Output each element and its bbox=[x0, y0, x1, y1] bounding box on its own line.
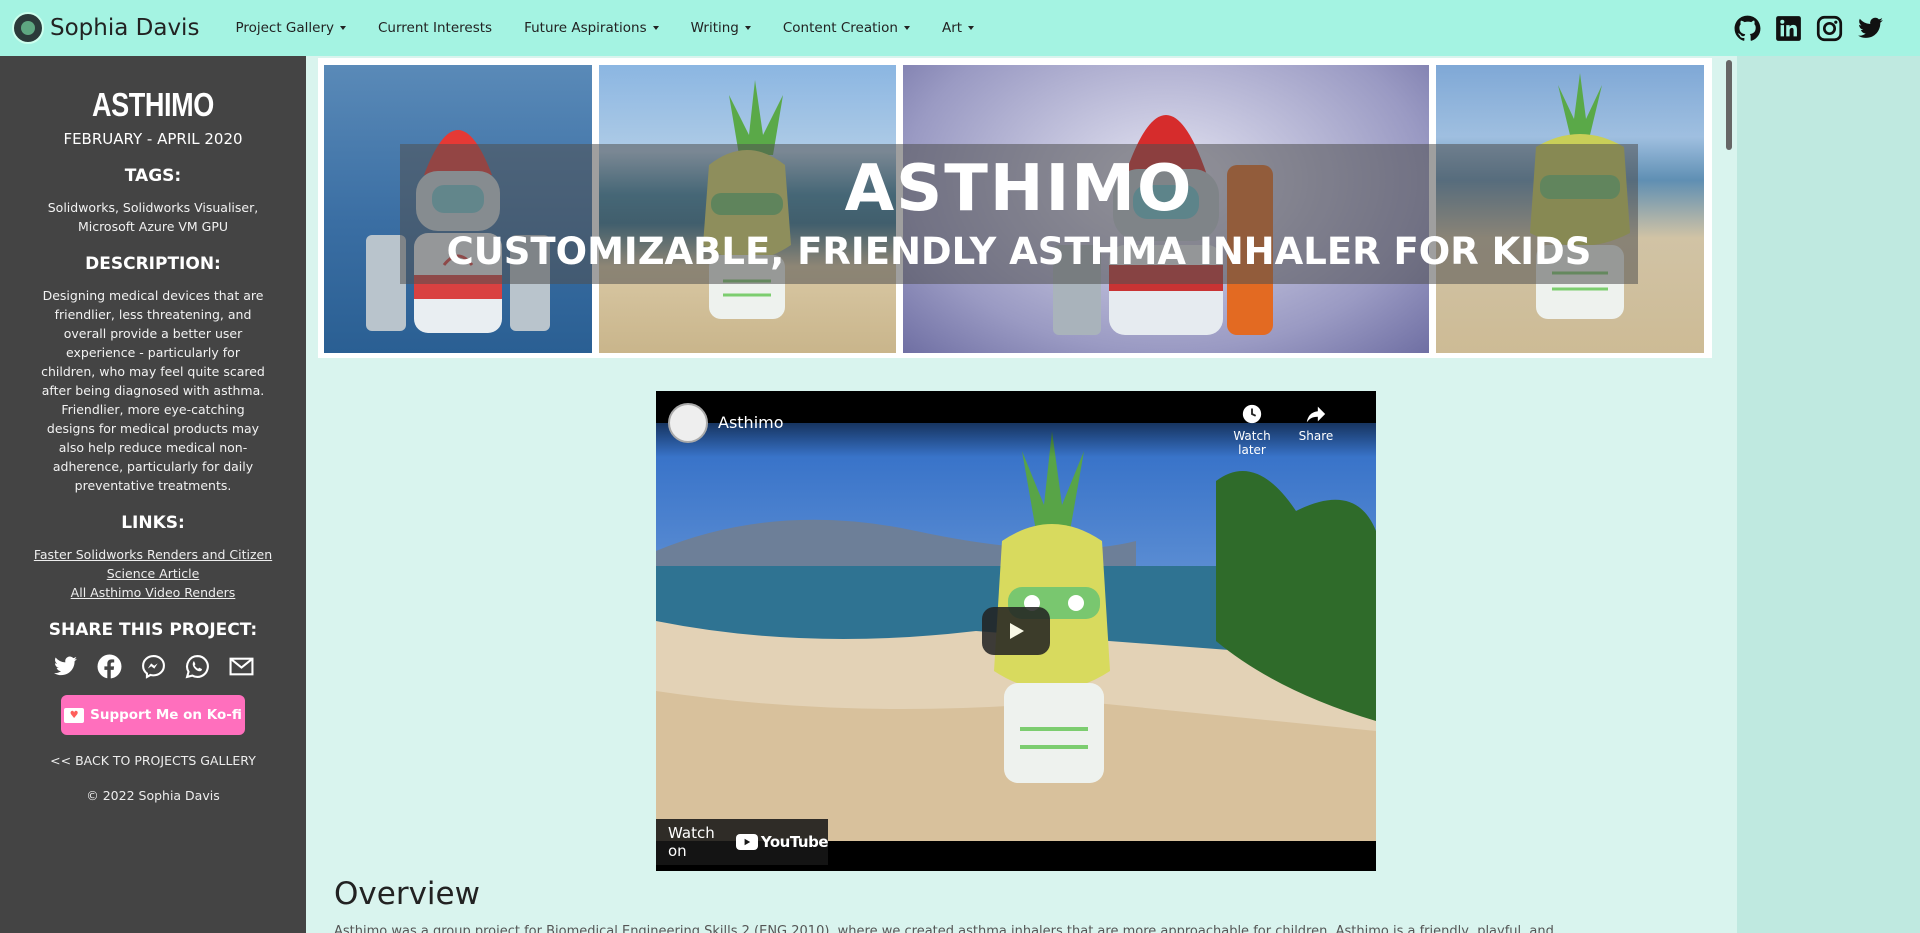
nav-label: Writing bbox=[690, 20, 739, 36]
nav-item-writing[interactable]: Writing bbox=[675, 20, 767, 36]
twitter-icon[interactable] bbox=[1857, 15, 1884, 42]
share-email-icon[interactable] bbox=[229, 654, 254, 679]
watch-later-button[interactable]: Watch later bbox=[1222, 403, 1282, 457]
video-title[interactable]: Asthimo bbox=[718, 413, 784, 432]
nav-item-current-interests[interactable]: Current Interests bbox=[362, 20, 508, 36]
project-title: ASTHIMO bbox=[92, 86, 214, 123]
nav-label: Art bbox=[941, 20, 963, 36]
watch-later-label: Watch later bbox=[1233, 429, 1271, 457]
scrollbar-thumb[interactable] bbox=[1726, 60, 1732, 150]
banner-title: ASTHIMO bbox=[844, 152, 1194, 226]
nav-item-project-gallery[interactable]: Project Gallery bbox=[219, 20, 362, 36]
right-margin bbox=[1737, 56, 1920, 933]
nav-item-art[interactable]: Art bbox=[926, 20, 990, 36]
kofi-cup-icon: ♥ bbox=[64, 707, 85, 723]
youtube-wordmark: YouTube bbox=[760, 833, 829, 851]
link-video-renders[interactable]: All Asthimo Video Renders bbox=[0, 583, 306, 602]
nav-label: Future Aspirations bbox=[524, 20, 647, 36]
copyright-text: © 2022 Sophia Davis bbox=[86, 788, 220, 803]
share-whatsapp-icon[interactable] bbox=[185, 654, 210, 679]
links-heading: LINKS: bbox=[121, 513, 185, 533]
project-dates: FEBRUARY - APRIL 2020 bbox=[63, 130, 243, 148]
top-navbar: Sophia Davis Project Gallery Current Int… bbox=[0, 0, 1920, 56]
watch-on-label: Watch on bbox=[668, 824, 715, 860]
share-arrow-icon bbox=[1305, 403, 1327, 425]
project-banner: ASTHIMO CUSTOMIZABLE, FRIENDLY ASTHMA IN… bbox=[318, 58, 1712, 358]
github-icon[interactable] bbox=[1734, 15, 1761, 42]
description-text: Designing medical devices that are frien… bbox=[41, 288, 265, 493]
youtube-logo-icon: YouTube bbox=[735, 833, 829, 851]
nav-item-content-creation[interactable]: Content Creation bbox=[767, 20, 926, 36]
nav-label: Content Creation bbox=[782, 20, 898, 36]
youtube-embed[interactable]: Asthimo Watch later Share Watch on YouTu… bbox=[656, 391, 1376, 871]
caret-down-icon bbox=[652, 26, 659, 30]
linkedin-icon[interactable] bbox=[1775, 15, 1802, 42]
share-label: Share bbox=[1298, 429, 1334, 443]
share-facebook-icon[interactable] bbox=[97, 654, 122, 679]
main-content: ASTHIMO CUSTOMIZABLE, FRIENDLY ASTHMA IN… bbox=[306, 56, 1737, 933]
kofi-label: Support Me on Ko-fi bbox=[90, 707, 242, 723]
page-scrollbar[interactable] bbox=[1724, 56, 1737, 933]
brand-name: Sophia Davis bbox=[50, 15, 200, 41]
caret-down-icon bbox=[340, 26, 346, 30]
nav-label: Current Interests bbox=[378, 20, 493, 36]
caret-down-icon bbox=[903, 26, 910, 30]
back-to-gallery-link[interactable]: << BACK TO PROJECTS GALLERY bbox=[0, 753, 306, 768]
banner-overlay: ASTHIMO CUSTOMIZABLE, FRIENDLY ASTHMA IN… bbox=[400, 144, 1638, 284]
description-heading: DESCRIPTION: bbox=[85, 254, 221, 274]
share-twitter-icon[interactable] bbox=[53, 654, 78, 679]
banner-subtitle: CUSTOMIZABLE, FRIENDLY ASTHMA INHALER FO… bbox=[446, 230, 1592, 273]
clock-icon bbox=[1241, 403, 1263, 425]
instagram-icon[interactable] bbox=[1816, 15, 1843, 42]
nav-label: Project Gallery bbox=[235, 20, 334, 36]
share-heading: SHARE THIS PROJECT: bbox=[48, 620, 258, 640]
caret-down-icon bbox=[744, 26, 751, 30]
caret-down-icon bbox=[968, 26, 975, 30]
channel-avatar[interactable] bbox=[668, 403, 708, 443]
watch-on-youtube-button[interactable]: Watch on YouTube bbox=[656, 819, 829, 865]
tags-heading: TAGS: bbox=[124, 166, 182, 186]
kofi-button[interactable]: ♥ Support Me on Ko-fi bbox=[61, 695, 245, 735]
play-icon bbox=[1010, 623, 1024, 639]
brand-logo-icon bbox=[12, 12, 44, 44]
overview-text: Asthimo was a group project for Biomedic… bbox=[334, 924, 1567, 933]
brand-link[interactable]: Sophia Davis bbox=[12, 12, 199, 44]
tags-text: Solidworks, Solidworks Visualiser, Micro… bbox=[47, 200, 259, 234]
play-button[interactable] bbox=[982, 607, 1050, 655]
share-button[interactable]: Share bbox=[1286, 403, 1346, 443]
nav-item-future-aspirations[interactable]: Future Aspirations bbox=[508, 20, 675, 36]
project-sidebar: ASTHIMO FEBRUARY - APRIL 2020 TAGS: Soli… bbox=[0, 56, 306, 933]
link-solidworks-article[interactable]: Faster Solidworks Renders and Citizen Sc… bbox=[0, 545, 306, 583]
overview-heading: Overview bbox=[334, 876, 480, 912]
share-messenger-icon[interactable] bbox=[141, 654, 166, 679]
